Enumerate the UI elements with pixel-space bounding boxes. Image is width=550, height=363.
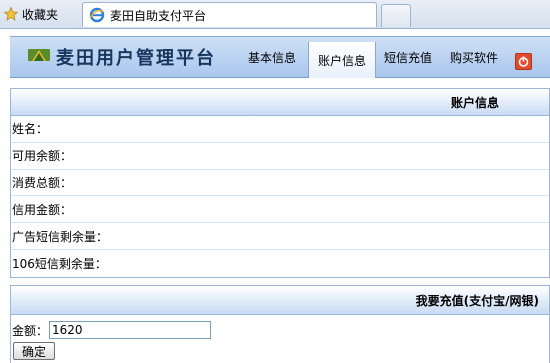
amount-label: 金额：: [12, 323, 49, 338]
field-106-sms-row: 106短信剩余量：: [11, 250, 549, 277]
field-label: 可用余额：: [12, 149, 73, 164]
field-label: 信用金额：: [12, 202, 73, 217]
field-label: 消费总额：: [12, 175, 73, 190]
new-tab-button[interactable]: [381, 4, 411, 27]
recharge-header: 我要充值(支付宝/网银): [11, 286, 549, 315]
amount-row: 金额：: [11, 319, 549, 341]
recharge-panel: 我要充值(支付宝/网银) 金额： 确定: [10, 285, 550, 363]
field-label: 106短信剩余量：: [12, 256, 107, 271]
app-logo-icon: [28, 49, 50, 61]
browser-tabstrip: 收藏夹 麦田自助支付平台: [0, 0, 550, 29]
nav-sms-recharge[interactable]: 短信充值: [376, 37, 440, 77]
field-ad-sms-row: 广告短信剩余量：: [11, 223, 549, 250]
confirm-button[interactable]: 确定: [13, 342, 56, 360]
field-name-row: 姓名：: [11, 116, 549, 143]
amount-input[interactable]: [49, 321, 212, 339]
nav-label: 短信充值: [383, 50, 432, 65]
power-icon[interactable]: [515, 53, 532, 70]
panel-title: 账户信息: [450, 95, 499, 110]
field-credit-row: 信用金额：: [11, 196, 549, 224]
field-label: 姓名：: [12, 122, 49, 137]
ie-icon: [89, 7, 105, 23]
account-info-header: 账户信息: [11, 89, 549, 116]
field-total-spent-row: 消费总额：: [11, 170, 549, 197]
field-label: 广告短信剩余量：: [12, 229, 109, 244]
browser-tab-title: 麦田自助支付平台: [110, 8, 207, 23]
app-header: 麦田用户管理平台 基本信息 账户信息 短信充值 购买软件: [10, 36, 550, 78]
panel-title: 我要充值(支付宝/网银): [415, 293, 539, 308]
app-title: 麦田用户管理平台: [56, 48, 216, 69]
nav-buy-software[interactable]: 购买软件: [442, 37, 506, 77]
favorites-label: 收藏夹: [22, 7, 59, 22]
field-balance-row: 可用余额：: [11, 143, 549, 170]
nav-account-info[interactable]: 账户信息: [308, 42, 376, 78]
confirm-row: 确定: [11, 341, 549, 361]
nav-basic-info[interactable]: 基本信息: [240, 37, 304, 77]
nav-label: 购买软件: [449, 50, 498, 65]
account-info-panel: 账户信息 姓名： 可用余额： 消费总额： 信用金额： 广告短信剩余量： 106短…: [10, 88, 550, 278]
nav-label: 基本信息: [247, 50, 296, 65]
browser-tab[interactable]: 麦田自助支付平台: [82, 2, 377, 27]
star-icon: [4, 7, 18, 21]
nav-label: 账户信息: [317, 53, 366, 68]
favorites-button[interactable]: 收藏夹: [4, 4, 58, 24]
